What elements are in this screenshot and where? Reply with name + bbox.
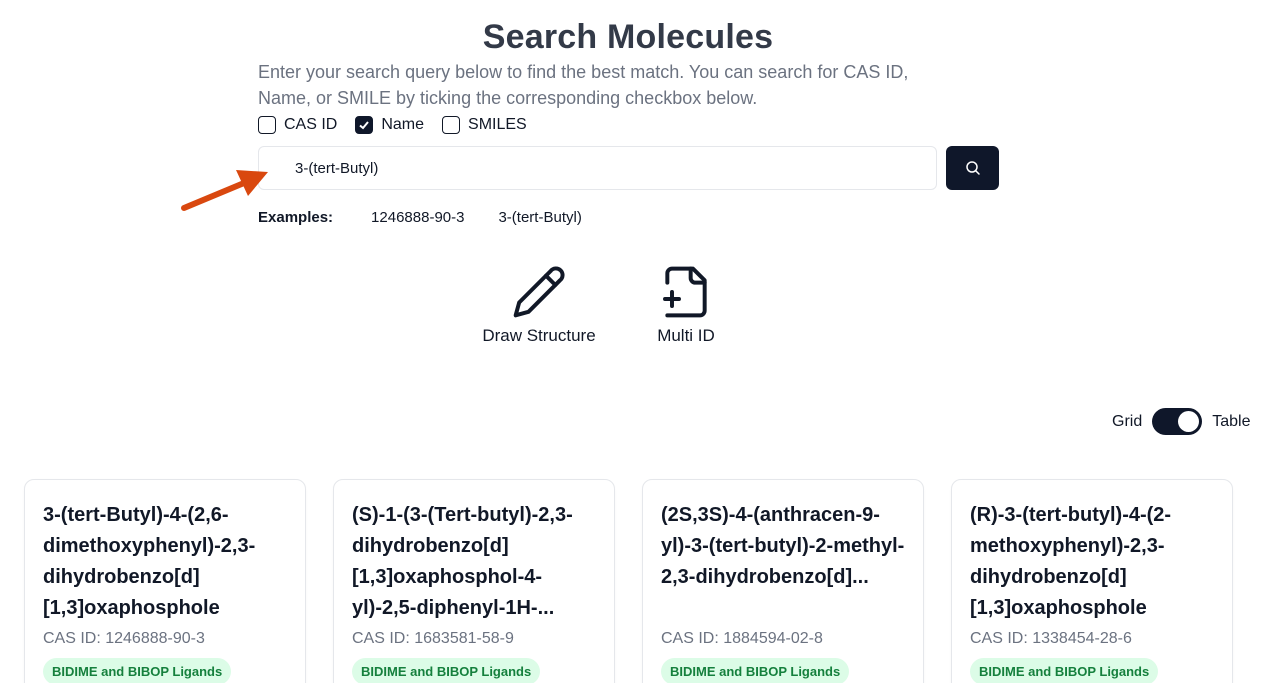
result-card[interactable]: (S)-1-(3-(Tert-butyl)-2,3-dihydrobenzo[d…: [333, 479, 615, 683]
draw-structure-label: Draw Structure: [482, 326, 596, 345]
category-badge: BIDIME and BIBOP Ligands: [43, 658, 232, 683]
draw-structure-button[interactable]: Draw Structure: [476, 264, 602, 346]
category-badge: BIDIME and BIBOP Ligands: [661, 658, 850, 683]
view-toggle: Grid Table: [1112, 408, 1250, 435]
checkbox-box[interactable]: [355, 116, 374, 134]
checkbox-name[interactable]: Name: [355, 116, 424, 134]
view-toggle-switch[interactable]: [1152, 408, 1203, 435]
toggle-label-grid: Grid: [1112, 412, 1143, 430]
file-plus-icon: [663, 266, 707, 318]
molecule-name: (S)-1-(3-(Tert-butyl)-2,3-dihydrobenzo[d…: [352, 504, 573, 619]
checkbox-smiles[interactable]: SMILES: [442, 116, 527, 134]
examples-row: Examples: 1246888-90-3 3-(tert-Butyl): [258, 209, 616, 226]
search-input[interactable]: [258, 146, 937, 190]
toggle-label-table: Table: [1212, 412, 1251, 430]
checkbox-label: SMILES: [468, 116, 527, 133]
category-badge: BIDIME and BIBOP Ligands: [352, 658, 541, 683]
molecule-name: (R)-3-(tert-butyl)-4-(2-methoxyphenyl)-2…: [970, 504, 1172, 619]
toggle-knob: [1178, 411, 1200, 432]
checkbox-label: CAS ID: [284, 116, 338, 133]
examples-label: Examples:: [258, 209, 334, 226]
search-button[interactable]: [946, 146, 999, 190]
cas-id: CAS ID: 1246888-90-3: [43, 630, 205, 647]
result-card[interactable]: (2S,3S)-4-(anthracen-9-yl)-3-(tert-butyl…: [642, 479, 924, 683]
molecule-name: 3-(tert-Butyl)-4-(2,6-dimethoxyphenyl)-2…: [43, 504, 256, 619]
checkbox-box[interactable]: [258, 116, 276, 134]
checkbox-cas-id[interactable]: CAS ID: [258, 116, 337, 134]
search-icon: [965, 161, 980, 175]
results-grid: 3-(tert-Butyl)-4-(2,6-dimethoxyphenyl)-2…: [24, 479, 1260, 683]
cas-id: CAS ID: 1683581-58-9: [352, 630, 514, 647]
molecule-name: (2S,3S)-4-(anthracen-9-yl)-3-(tert-butyl…: [661, 504, 905, 588]
cas-id: CAS ID: 1884594-02-8: [661, 630, 823, 647]
page-title: Search Molecules: [482, 18, 774, 56]
multi-id-button[interactable]: Multi ID: [650, 264, 722, 346]
checkbox-box[interactable]: [442, 116, 461, 134]
example-link[interactable]: 3-(tert-Butyl): [498, 209, 581, 226]
checkbox-label: Name: [381, 116, 425, 133]
multi-id-label: Multi ID: [657, 326, 715, 345]
result-card[interactable]: 3-(tert-Butyl)-4-(2,6-dimethoxyphenyl)-2…: [24, 479, 306, 683]
pencil-icon: [513, 266, 565, 318]
category-badge: BIDIME and BIBOP Ligands: [970, 658, 1159, 683]
cas-id: CAS ID: 1338454-28-6: [970, 630, 1132, 647]
result-card[interactable]: (R)-3-(tert-butyl)-4-(2-methoxyphenyl)-2…: [951, 479, 1233, 683]
example-link[interactable]: 1246888-90-3: [371, 209, 464, 226]
page-subtitle: Enter your search query below to find th…: [258, 62, 909, 108]
search-type-checkboxes: CAS ID Name SMILES: [258, 116, 545, 134]
